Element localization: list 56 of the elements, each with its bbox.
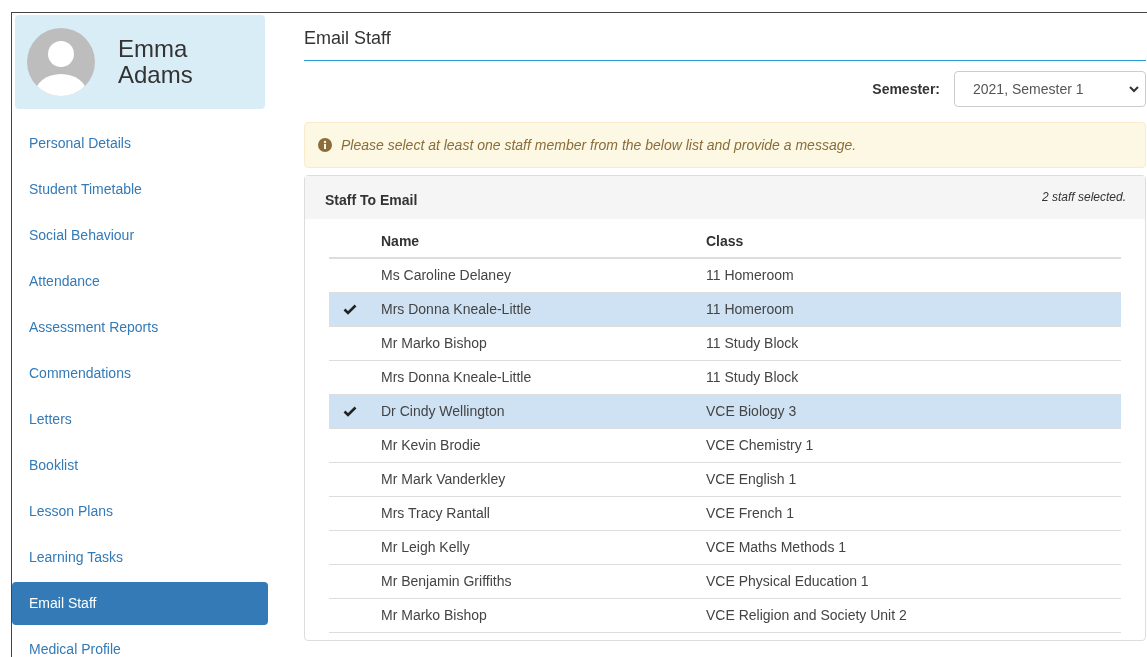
semester-dropdown[interactable]: 2021, Semester 1 <box>954 71 1146 107</box>
checkmark-icon <box>343 406 357 417</box>
staff-name: Mrs Donna Kneale-Little <box>381 300 533 319</box>
staff-name: Mr Marko Bishop <box>381 334 488 353</box>
nav-link[interactable]: Student Timetable <box>12 167 268 211</box>
staff-row[interactable]: Mr Leigh Kelly VCE Maths Methods 1 <box>329 531 1121 565</box>
staff-row[interactable]: Mr Marko Bishop 11 Study Block <box>329 327 1121 361</box>
staff-row[interactable]: Mr Mark Vanderkley VCE English 1 <box>329 463 1121 497</box>
column-header: Name <box>381 232 421 251</box>
staff-row[interactable]: Mrs Tracy Rantall VCE French 1 <box>329 497 1121 531</box>
staff-row[interactable]: Dr Cindy Wellington VCE Biology 3 <box>329 395 1121 429</box>
staff-row[interactable]: Mr Marko Bishop VCE Religion and Society Unit 2 <box>329 599 1121 633</box>
class-name: VCE Biology 3 <box>706 402 797 421</box>
nav-link[interactable]: Social Behaviour <box>12 213 268 257</box>
nav-link[interactable]: Attendance <box>12 259 268 303</box>
staff-name: Mrs Donna Kneale-Little <box>381 368 533 387</box>
nav-link[interactable]: Learning Tasks <box>12 535 268 579</box>
nav-link[interactable]: Personal Details <box>12 121 268 165</box>
nav-link[interactable]: Booklist <box>12 443 268 487</box>
staff-name: Mr Kevin Brodie <box>381 436 482 455</box>
column-header: Class <box>706 232 744 251</box>
nav-link[interactable]: Medical Profile <box>12 627 268 657</box>
nav-link[interactable]: Lesson Plans <box>12 489 268 533</box>
staff-row[interactable]: Mrs Donna Kneale-Little 11 Homeroom <box>329 293 1121 327</box>
staff-name: Ms Caroline Delaney <box>381 266 512 285</box>
staff-name: Mrs Tracy Rantall <box>381 504 491 523</box>
student-name: Emma Adams <box>118 36 194 88</box>
class-name: 11 Homeroom <box>706 300 794 319</box>
nav-link[interactable]: Letters <box>12 397 268 441</box>
checkmark-icon <box>343 304 357 315</box>
nav-link[interactable]: Commendations <box>12 351 268 395</box>
alert-message: Please select at least one staff member from the below list and provide a message. <box>341 135 857 155</box>
info-icon <box>318 138 332 152</box>
class-name: 11 Study Block <box>706 368 799 387</box>
chevron-down-icon <box>1129 85 1139 93</box>
selection-count: 2 staff selected. <box>1041 189 1126 206</box>
staff-name: Mr Leigh Kelly <box>381 538 471 557</box>
panel-title: Staff To Email <box>325 191 418 210</box>
class-name: VCE English 1 <box>706 470 797 489</box>
class-name: VCE Physical Education 1 <box>706 572 869 591</box>
staff-name: Dr Cindy Wellington <box>381 402 506 421</box>
semester-label: Semester: <box>872 79 940 99</box>
staff-name: Mr Mark Vanderkley <box>381 470 507 489</box>
class-name: VCE French 1 <box>706 504 794 523</box>
staff-name: Mr Marko Bishop <box>381 606 488 625</box>
class-name: 11 Homeroom <box>706 266 794 285</box>
nav-link[interactable]: Assessment Reports <box>12 305 268 349</box>
staff-name: Mr Benjamin Griffiths <box>381 572 513 591</box>
class-name: VCE Chemistry 1 <box>706 436 814 455</box>
class-name: VCE Maths Methods 1 <box>706 538 847 557</box>
class-name: VCE Religion and Society Unit 2 <box>706 606 907 625</box>
page-title: Email Staff <box>304 13 1146 61</box>
class-name: 11 Study Block <box>706 334 799 353</box>
nav-link[interactable]: Email Staff <box>12 581 268 625</box>
staff-row[interactable]: Mr Benjamin Griffiths VCE Physical Education 1 <box>329 565 1121 599</box>
staff-row[interactable]: Mr Kevin Brodie VCE Chemistry 1 <box>329 429 1121 463</box>
